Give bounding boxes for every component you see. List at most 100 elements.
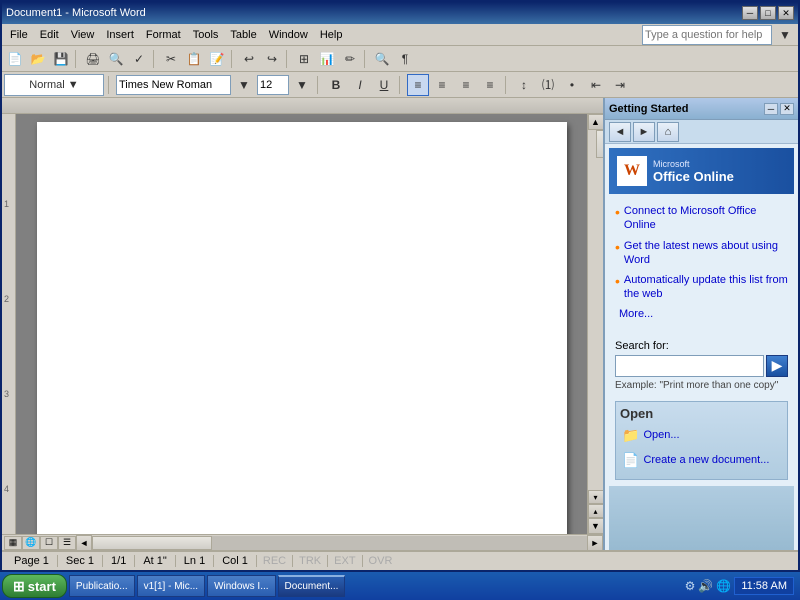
underline-button[interactable]: U [373,74,395,96]
show-hide-btn[interactable]: ¶ [394,48,416,70]
open-section: Open 📁 Open... 📄 Create a new document..… [615,401,788,480]
increase-indent-btn[interactable]: ⇥ [609,74,631,96]
new-btn[interactable]: 📄 [4,48,26,70]
help-arrow-btn[interactable]: ▼ [774,24,796,46]
close-button[interactable]: ✕ [778,6,794,20]
menu-tools[interactable]: Tools [187,27,225,43]
search-go-button[interactable]: ▶ [766,355,788,377]
title-bar-buttons: ─ □ ✕ [742,6,794,20]
toolbar1: 📄 📂 💾 🖨 🔍 ✓ ✂ 📋 📝 ↩ ↪ ⊞ 📊 ✏ 🔍 ¶ [2,46,798,72]
hscroll-thumb[interactable] [92,536,212,550]
italic-button[interactable]: I [349,74,371,96]
save-btn[interactable]: 💾 [50,48,72,70]
align-center-button[interactable]: ≡ [431,74,453,96]
print-view-btn[interactable]: ☐ [40,536,58,550]
menu-edit[interactable]: Edit [34,27,65,43]
document-page[interactable] [37,122,567,534]
maximize-button[interactable]: □ [760,6,776,20]
font-size-dropdown[interactable]: ▼ [291,74,313,96]
font-name-dropdown[interactable]: ▼ [233,74,255,96]
align-justify-button[interactable]: ≡ [479,74,501,96]
menu-format[interactable]: Format [140,27,187,43]
scroll-down-btn[interactable]: ▼ [588,518,604,534]
font-name-input[interactable]: Times New Roman [116,75,231,95]
margin-num-1: 1 [4,199,9,209]
menu-table[interactable]: Table [224,27,262,43]
office-online-label: Office Online [653,169,734,184]
scroll-up-btn[interactable]: ▲ [588,114,604,130]
taskbar-item-2[interactable]: Windows I... [207,575,275,597]
title-text: Document1 - Microsoft Word [6,7,146,19]
menu-insert[interactable]: Insert [100,27,140,43]
bullets-btn[interactable]: • [561,74,583,96]
align-left-button[interactable]: ≡ [407,74,429,96]
taskbar-label-0: Publicatio... [76,581,128,592]
minimize-button[interactable]: ─ [742,6,758,20]
menu-help[interactable]: Help [314,27,349,43]
drawing-btn[interactable]: ✏ [339,48,361,70]
line-spacing-btn[interactable]: ↕ [513,74,535,96]
status-bar: Page 1 Sec 1 1/1 At 1" Ln 1 Col 1 REC TR… [2,550,798,570]
outline-view-btn[interactable]: ☰ [58,536,76,550]
bold-button[interactable]: B [325,74,347,96]
web-view-btn[interactable]: 🌐 [22,536,40,550]
system-clock: 11:58 AM [734,577,794,595]
open-btn[interactable]: 📂 [27,48,49,70]
gs-forward-btn[interactable]: ► [633,122,655,142]
search-row: ▶ [615,355,788,377]
gs-close-btn[interactable]: ✕ [780,103,794,115]
style-arrow-btn[interactable]: Normal ▼ [4,74,104,96]
microsoft-label: Microsoft [653,159,734,169]
gs-more-link[interactable]: More... [615,308,788,320]
gs-home-btn[interactable]: ⌂ [657,122,679,142]
menu-bar: File Edit View Insert Format Tools Table… [2,24,798,46]
gs-link-2[interactable]: • Get the latest news about using Word [615,239,788,268]
normal-view-btn[interactable]: ▦ [4,536,22,550]
open-file-item[interactable]: 📁 Open... [620,425,783,446]
start-button[interactable]: ⊞ start [2,574,67,598]
decrease-indent-btn[interactable]: ⇤ [585,74,607,96]
print-btn[interactable]: 🖨 [82,48,104,70]
gs-back-btn[interactable]: ◄ [609,122,631,142]
sep9 [505,76,509,94]
toolbar2: Normal ▼ Times New Roman ▼ 12 ▼ B I U ≡ … [2,72,798,98]
numbering-btn[interactable]: ⑴ [537,74,559,96]
menu-view[interactable]: View [65,27,101,43]
taskbar-item-0[interactable]: Publicatio... [69,575,135,597]
print-preview-btn[interactable]: 🔍 [105,48,127,70]
cut-btn[interactable]: ✂ [160,48,182,70]
document-area[interactable] [16,114,587,534]
menu-window[interactable]: Window [263,27,314,43]
redo-btn[interactable]: ↪ [261,48,283,70]
hscroll-track[interactable] [92,536,587,550]
gs-link-3[interactable]: • Automatically update this list from th… [615,273,788,302]
margin-num-4: 4 [4,484,9,494]
spell-btn[interactable]: ✓ [128,48,150,70]
scroll-down-btn-1[interactable]: ▾ [588,490,604,504]
gs-minimize-btn[interactable]: ─ [764,103,778,115]
hscroll-right-btn[interactable]: ► [587,535,603,551]
search-input[interactable] [615,355,764,377]
scroll-up-btn-2[interactable]: ▴ [588,504,604,518]
scroll-thumb[interactable] [596,130,604,158]
status-page: Page 1 [6,555,58,567]
zoom-btn[interactable]: 🔍 [371,48,393,70]
font-size-input[interactable]: 12 [257,75,289,95]
align-right-button[interactable]: ≡ [455,74,477,96]
paste-btn[interactable]: 📝 [206,48,228,70]
copy-btn[interactable]: 📋 [183,48,205,70]
hscroll-left-btn[interactable]: ◄ [76,535,92,551]
gs-link-1[interactable]: • Connect to Microsoft Office Online [615,204,788,233]
insert-chart-btn[interactable]: 📊 [316,48,338,70]
help-search-input[interactable] [642,25,772,45]
sep6 [108,76,112,94]
doc-row: 1 2 3 4 ▲ ▾ ▴ ▼ [2,114,603,534]
taskbar-item-3[interactable]: Document... [278,575,346,597]
taskbar-item-1[interactable]: v1[1] - Mic... [137,575,205,597]
undo-btn[interactable]: ↩ [238,48,260,70]
taskbar-right: ⚙ 🔊 🌐 11:58 AM [685,577,798,595]
gs-link-1-text: Connect to Microsoft Office Online [624,204,788,233]
insert-table-btn[interactable]: ⊞ [293,48,315,70]
menu-file[interactable]: File [4,27,34,43]
create-new-item[interactable]: 📄 Create a new document... [620,450,783,471]
